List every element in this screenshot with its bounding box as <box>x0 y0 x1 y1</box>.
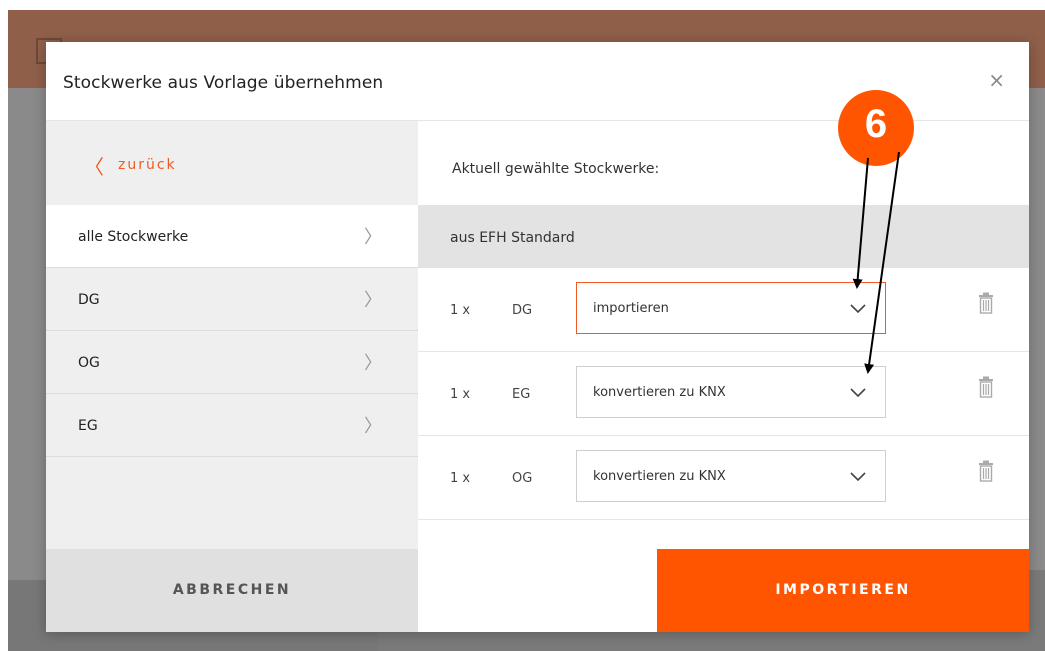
chevron-down-icon <box>850 388 866 398</box>
floor-quantity: 1 x <box>450 303 471 318</box>
selected-floors-title: Aktuell gewählte Stockwerke: <box>452 161 660 177</box>
chevron-down-icon <box>850 304 866 314</box>
floor-action-select[interactable]: konvertieren zu KNX <box>576 450 886 502</box>
sidebar-item-eg[interactable]: EG 〉 <box>46 394 418 457</box>
trash-icon[interactable] <box>978 292 994 314</box>
floor-name: OG <box>512 471 533 486</box>
sidebar-item-dg[interactable]: DG 〉 <box>46 268 418 331</box>
sidebar-item-label: DG <box>78 292 100 308</box>
back-label: zurück <box>118 157 177 173</box>
floor-row: 1 x EG konvertieren zu KNX <box>418 352 1029 436</box>
dialog-title: Stockwerke aus Vorlage übernehmen <box>63 73 384 93</box>
annotation-badge: 6 <box>838 90 914 166</box>
chevron-right-icon: 〉 <box>364 353 382 374</box>
floor-action-value: konvertieren zu KNX <box>593 469 726 484</box>
selected-floors-panel: Aktuell gewählte Stockwerke: aus EFH Sta… <box>418 121 1029 549</box>
cancel-button-label: ABBRECHEN <box>172 582 292 598</box>
floor-quantity: 1 x <box>450 471 471 486</box>
sidebar-item-alle-stockwerke[interactable]: alle Stockwerke 〉 <box>46 205 418 268</box>
floor-sidebar: 〈 zurück alle Stockwerke 〉 DG 〉 OG 〉 EG … <box>46 121 418 549</box>
annotation-number: 6 <box>864 102 888 146</box>
trash-icon[interactable] <box>978 460 994 482</box>
floor-action-select[interactable]: konvertieren zu KNX <box>576 366 886 418</box>
sidebar-item-label: EG <box>78 418 98 434</box>
close-icon[interactable]: × <box>988 70 1005 90</box>
sidebar-item-label: alle Stockwerke <box>78 229 189 245</box>
chevron-right-icon: 〉 <box>364 416 382 437</box>
floor-action-select[interactable]: importieren <box>576 282 886 334</box>
footer-spacer <box>418 549 657 632</box>
floor-action-value: konvertieren zu KNX <box>593 385 726 400</box>
floor-row: 1 x DG importieren <box>418 268 1029 352</box>
sidebar-item-label: OG <box>78 355 100 371</box>
chevron-down-icon <box>850 472 866 482</box>
chevron-right-icon: 〉 <box>364 227 382 248</box>
chevron-right-icon: 〉 <box>364 290 382 311</box>
floor-quantity: 1 x <box>450 387 471 402</box>
chevron-left-icon: 〈 <box>84 155 104 179</box>
trash-icon[interactable] <box>978 376 994 398</box>
floor-name: DG <box>512 303 533 318</box>
sidebar-item-og[interactable]: OG 〉 <box>46 331 418 394</box>
template-group-label: aus EFH Standard <box>450 230 575 246</box>
cancel-button[interactable]: ABBRECHEN <box>46 549 418 632</box>
floor-row: 1 x OG konvertieren zu KNX <box>418 436 1029 520</box>
import-button[interactable]: IMPORTIEREN <box>657 549 1029 632</box>
import-button-label: IMPORTIEREN <box>775 582 911 598</box>
template-group-header: aus EFH Standard <box>418 205 1029 268</box>
floor-action-value: importieren <box>593 301 669 316</box>
back-button[interactable]: 〈 zurück <box>46 121 418 205</box>
floor-name: EG <box>512 387 531 402</box>
